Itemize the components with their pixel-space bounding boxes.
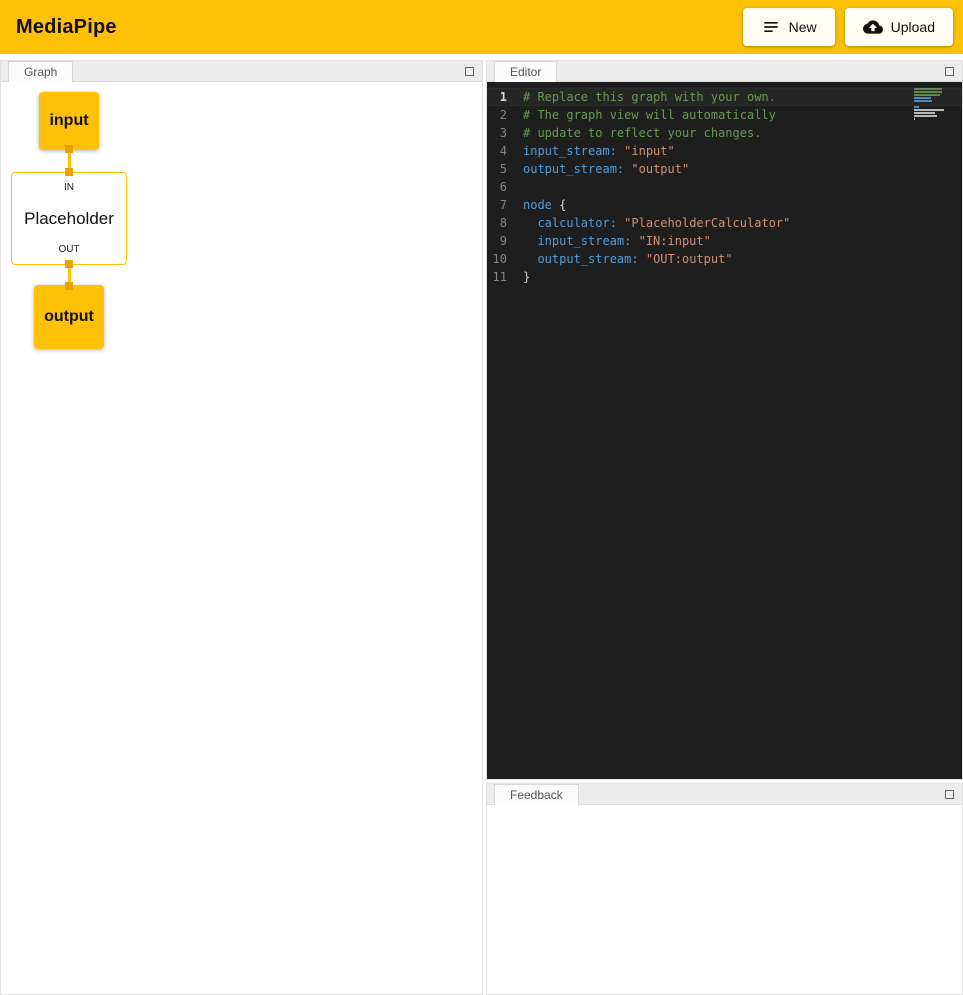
minimap-line	[914, 115, 937, 117]
graph-node-input[interactable]: input	[39, 92, 99, 150]
code-line[interactable]: 6	[487, 178, 962, 196]
code-text: # update to reflect your changes.	[523, 124, 761, 142]
header-actions: New Upload	[743, 8, 953, 46]
in-port-label: IN	[64, 182, 74, 193]
code-text: }	[523, 268, 530, 286]
app-title: MediaPipe	[16, 16, 117, 39]
graph-canvas[interactable]: input IN Placeholder OUT output	[1, 82, 482, 994]
tab-feedback[interactable]: Feedback	[494, 784, 579, 805]
port-square	[65, 168, 73, 176]
line-number: 10	[487, 250, 523, 268]
feedback-body	[487, 805, 962, 994]
line-number: 8	[487, 214, 523, 232]
feedback-panel-strip: Feedback	[487, 784, 962, 805]
line-number: 3	[487, 124, 523, 142]
line-number: 6	[487, 178, 523, 196]
code-text: # Replace this graph with your own.	[523, 88, 776, 106]
code-line[interactable]: 11}	[487, 268, 962, 286]
editor-panel-strip: Editor	[487, 61, 962, 82]
code-line[interactable]: 1# Replace this graph with your own.	[487, 88, 962, 106]
line-number: 4	[487, 142, 523, 160]
minimap-line	[914, 109, 944, 111]
line-number: 9	[487, 232, 523, 250]
app-header: MediaPipe New Upload	[0, 0, 963, 54]
out-port-label: OUT	[58, 244, 79, 255]
code-line[interactable]: 9 input_stream: "IN:input"	[487, 232, 962, 250]
code-line[interactable]: 2# The graph view will automatically	[487, 106, 962, 124]
code-text: calculator: "PlaceholderCalculator"	[523, 214, 790, 232]
code-text: output_stream: "output"	[523, 160, 689, 178]
editor-code: 1# Replace this graph with your own.2# T…	[487, 88, 962, 286]
minimap-line	[914, 106, 919, 108]
code-line[interactable]: 5output_stream: "output"	[487, 160, 962, 178]
port-square	[65, 282, 73, 290]
cloud-upload-icon	[863, 17, 883, 37]
minimap-line	[914, 100, 932, 102]
editor-panel: Editor 1# Replace this graph with your o…	[486, 60, 963, 780]
code-text: output_stream: "OUT:output"	[523, 250, 733, 268]
line-number: 11	[487, 268, 523, 286]
minimap-line	[914, 118, 915, 120]
code-text: input_stream: "input"	[523, 142, 675, 160]
graph-panel: Graph input IN Placeholder OUT	[0, 60, 483, 995]
upload-button[interactable]: Upload	[845, 8, 953, 46]
editor-popout-button[interactable]	[943, 64, 957, 78]
line-number: 5	[487, 160, 523, 178]
code-text: # The graph view will automatically	[523, 106, 776, 124]
right-column: Editor 1# Replace this graph with your o…	[486, 60, 963, 995]
code-text: input_stream: "IN:input"	[523, 232, 711, 250]
placeholder-node-label: Placeholder	[24, 209, 114, 229]
line-number: 2	[487, 106, 523, 124]
new-button[interactable]: New	[743, 8, 835, 46]
tab-editor[interactable]: Editor	[494, 61, 557, 82]
minimap-line	[914, 94, 940, 96]
menu-lines-icon	[761, 17, 781, 37]
upload-button-label: Upload	[891, 19, 935, 35]
port-square	[65, 145, 73, 153]
tab-graph[interactable]: Graph	[8, 61, 73, 82]
code-line[interactable]: 8 calculator: "PlaceholderCalculator"	[487, 214, 962, 232]
code-line[interactable]: 3# update to reflect your changes.	[487, 124, 962, 142]
popout-icon	[945, 790, 954, 799]
code-line[interactable]: 4input_stream: "input"	[487, 142, 962, 160]
edge-input-placeholder	[65, 145, 73, 176]
minimap-line	[914, 97, 931, 99]
minimap-line	[914, 112, 935, 114]
line-number: 7	[487, 196, 523, 214]
code-line[interactable]: 7node {	[487, 196, 962, 214]
minimap-line	[914, 91, 942, 93]
minimap-line	[914, 88, 942, 90]
main-content: Graph input IN Placeholder OUT	[0, 54, 963, 995]
feedback-panel: Feedback	[486, 783, 963, 995]
code-line[interactable]: 10 output_stream: "OUT:output"	[487, 250, 962, 268]
graph-popout-button[interactable]	[463, 64, 477, 78]
editor-body[interactable]: 1# Replace this graph with your own.2# T…	[487, 82, 962, 779]
code-text: node {	[523, 196, 566, 214]
editor-minimap[interactable]	[914, 88, 948, 120]
popout-icon	[945, 67, 954, 76]
line-number: 1	[487, 88, 523, 106]
popout-icon	[465, 67, 474, 76]
feedback-popout-button[interactable]	[943, 787, 957, 801]
new-button-label: New	[789, 19, 817, 35]
port-square	[65, 260, 73, 268]
edge-placeholder-output	[65, 260, 73, 290]
graph-node-output[interactable]: output	[34, 285, 104, 349]
graph-node-placeholder[interactable]: IN Placeholder OUT	[11, 172, 127, 265]
graph-panel-strip: Graph	[1, 61, 482, 82]
